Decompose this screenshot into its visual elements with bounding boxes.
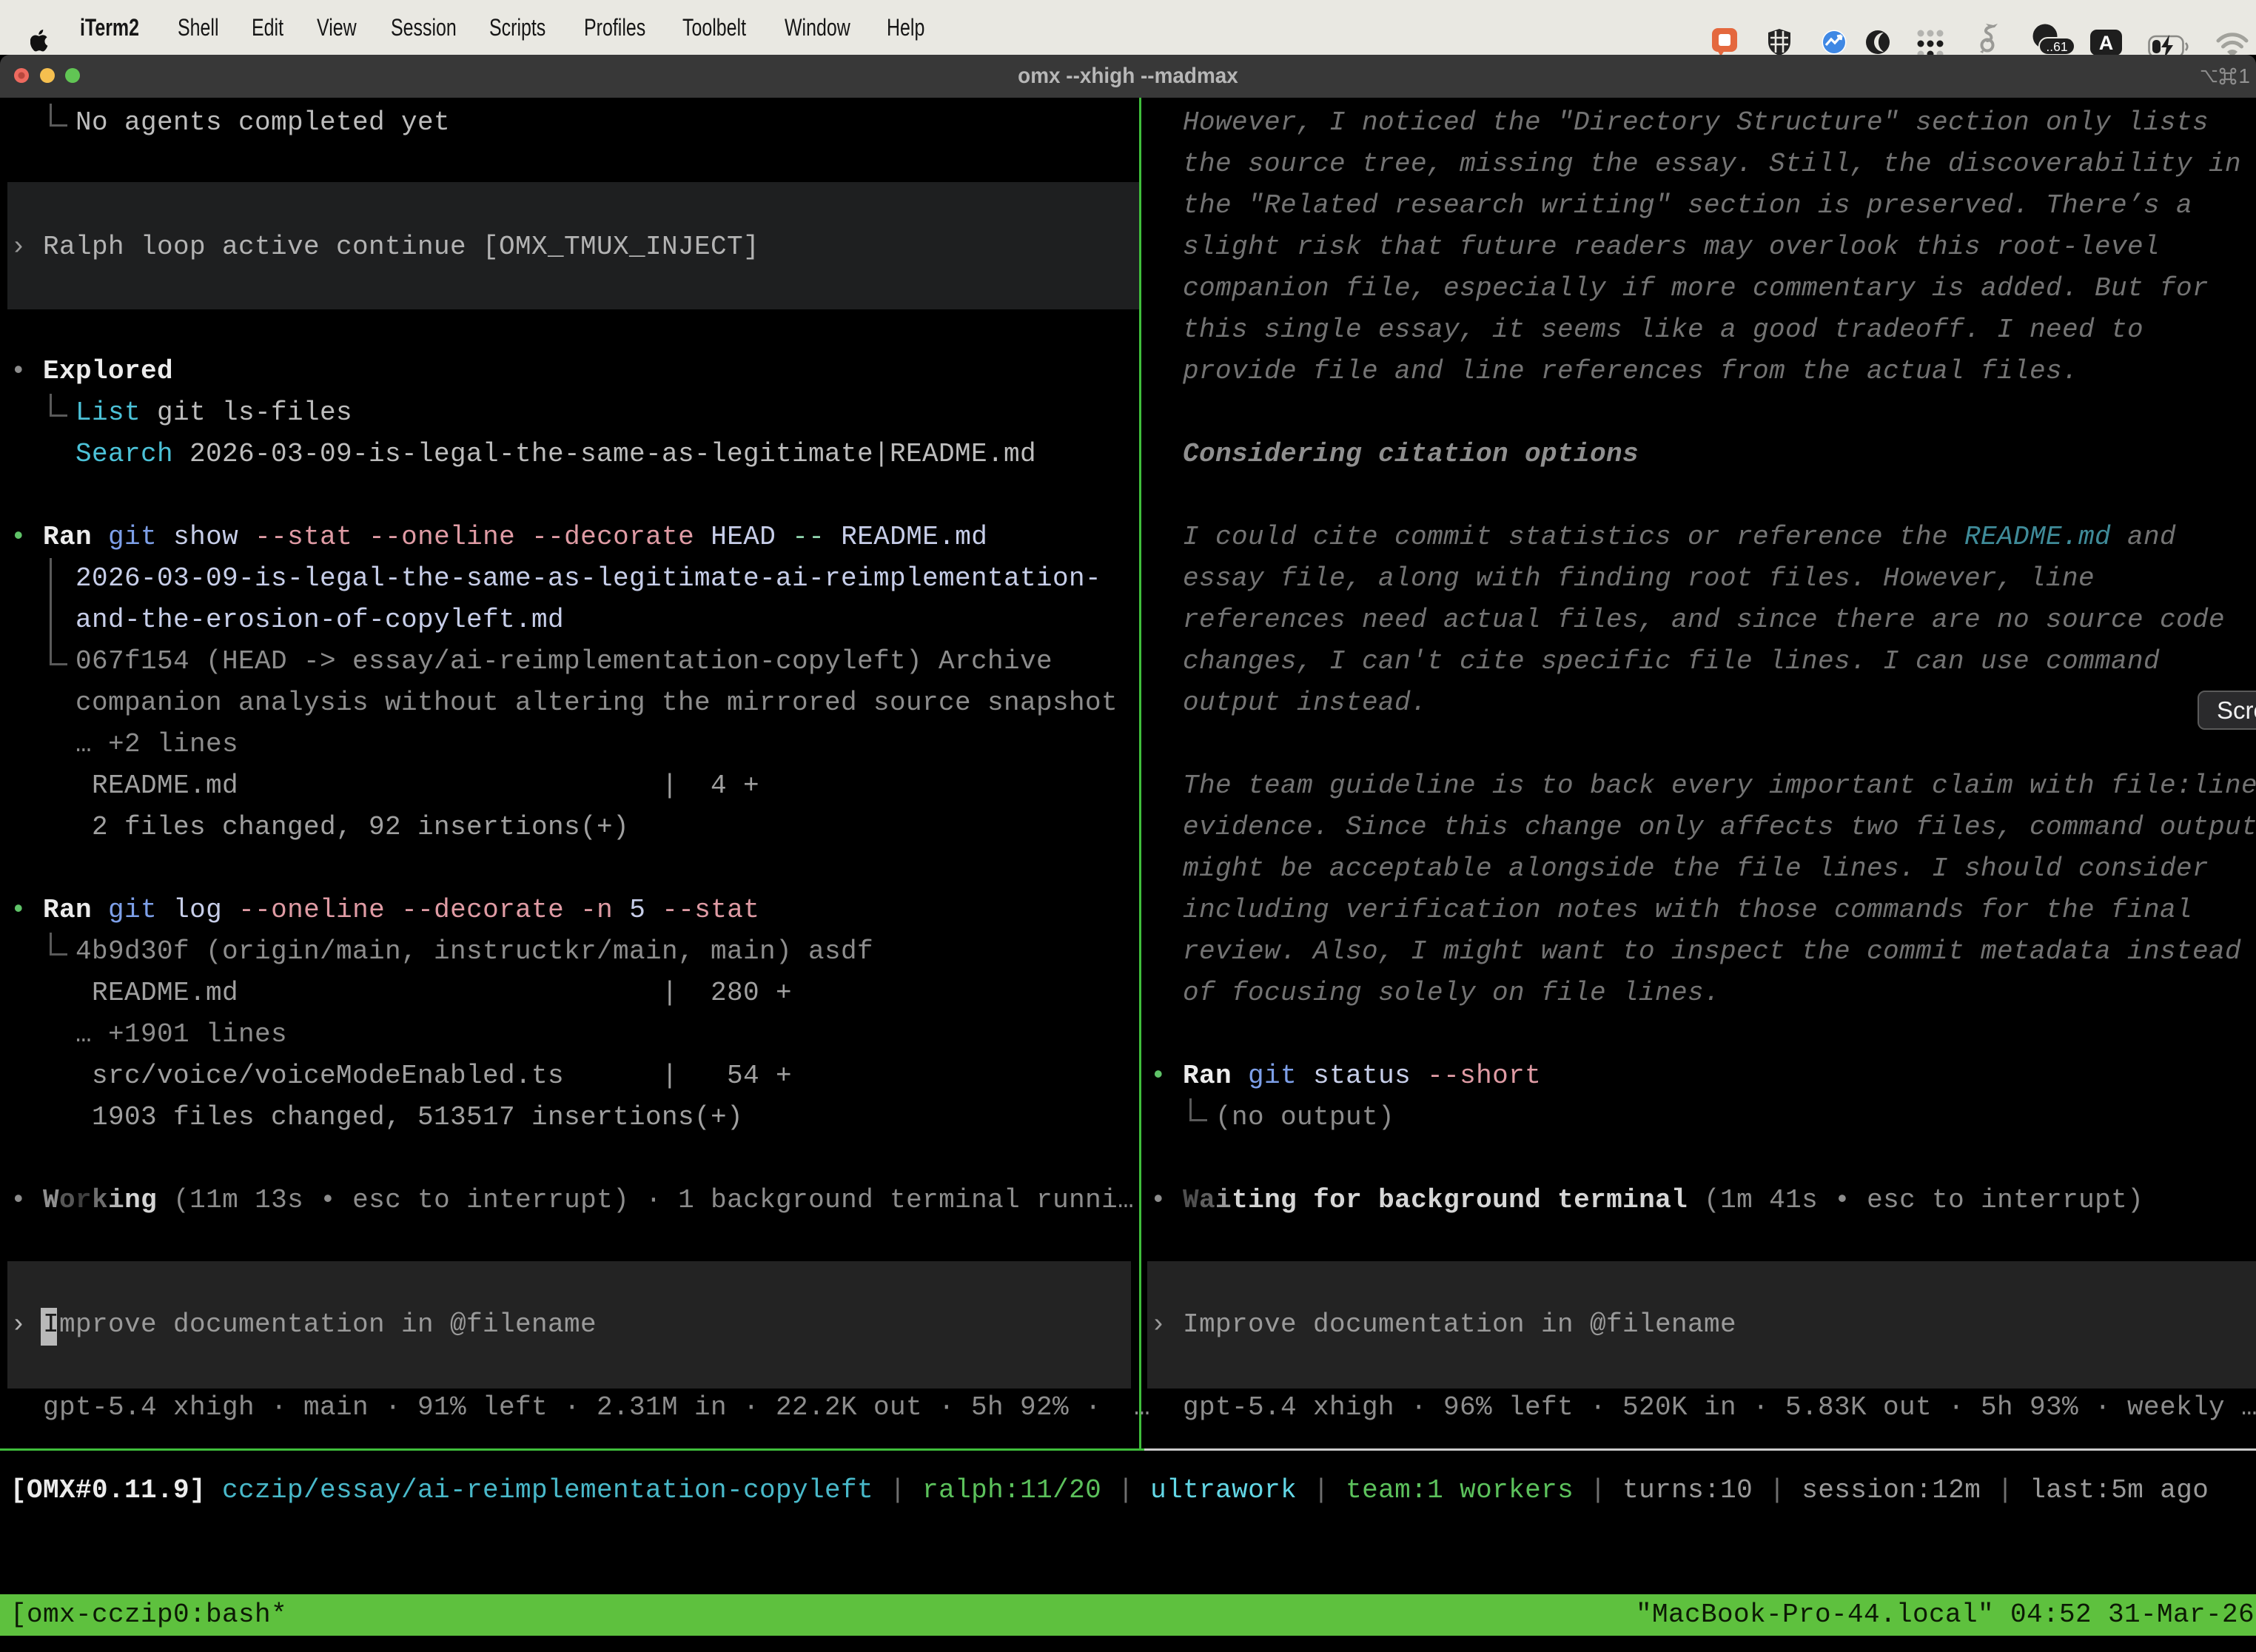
svg-text:..61: ..61 xyxy=(2046,39,2067,54)
svg-text:A: A xyxy=(2099,32,2114,54)
